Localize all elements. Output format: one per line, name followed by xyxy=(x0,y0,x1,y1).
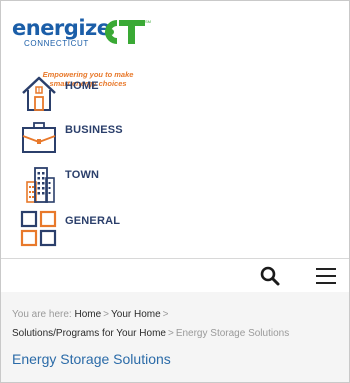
header-divider xyxy=(1,258,349,259)
breadcrumb-link-home[interactable]: Home xyxy=(74,309,101,320)
nav-label-general: GENERAL xyxy=(65,215,121,227)
hamburger-bar xyxy=(316,282,336,284)
logo-subtitle: CONNECTICUT xyxy=(24,39,89,48)
hamburger-bar xyxy=(316,275,336,277)
ct-logo-mark: SM xyxy=(105,19,151,44)
breadcrumb-separator: > xyxy=(103,309,109,320)
breadcrumb-prefix: You are here: xyxy=(12,309,72,320)
page-title: Energy Storage Solutions xyxy=(12,351,171,367)
breadcrumb-link-solutions[interactable]: Solutions/Programs for Your Home xyxy=(12,328,166,339)
house-icon xyxy=(22,76,56,111)
breadcrumb-separator: > xyxy=(167,328,174,339)
buildings-icon xyxy=(26,167,55,203)
nav-label-business: BUSINESS xyxy=(65,124,123,136)
breadcrumb-current: Energy Storage Solutions xyxy=(175,328,290,339)
nav-label-home: HOME xyxy=(65,80,99,92)
nav-label-town: TOWN xyxy=(65,169,100,181)
breadcrumb-separator: > xyxy=(162,309,169,320)
page-frame: energize CONNECTICUT SM Empowering you t… xyxy=(0,0,350,383)
hamburger-menu-button[interactable] xyxy=(316,266,338,286)
breadcrumb: You are here: Home > Your Home > xyxy=(12,309,171,320)
breadcrumb-line-2: Solutions/Programs for Your Home > Energy … xyxy=(12,328,289,339)
search-button[interactable] xyxy=(259,265,281,287)
breadcrumb-link-your-home[interactable]: Your Home xyxy=(111,309,161,320)
briefcase-icon xyxy=(22,122,56,153)
search-icon xyxy=(260,266,280,286)
grid-icon xyxy=(20,210,57,247)
hamburger-menu-icon xyxy=(316,268,336,270)
svg-text:SM: SM xyxy=(145,19,151,24)
breadcrumb-section: You are here: Home > Your Home > Solutions/… xyxy=(1,292,349,382)
energize-ct-logo[interactable]: energize CONNECTICUT SM Empowering you t… xyxy=(11,15,161,88)
